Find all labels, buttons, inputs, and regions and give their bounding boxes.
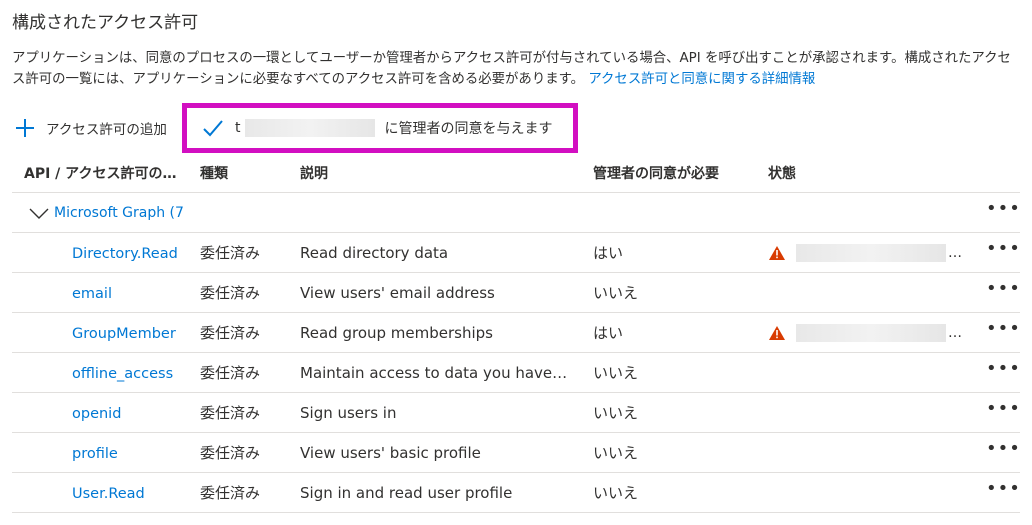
admin-consent-required: いいえ [593, 484, 639, 502]
redacted-status-text [796, 323, 946, 342]
table-header: API / アクセス許可の… 種類 説明 管理者の同意が必要 状態 [12, 153, 1020, 193]
more-icon[interactable]: ••• [986, 320, 1020, 342]
chevron-down-icon[interactable] [28, 206, 50, 220]
permission-link[interactable]: openid [72, 406, 121, 422]
warning-icon [769, 325, 785, 340]
permission-name-cell: GroupMember [12, 324, 200, 342]
permission-description: Read directory data [300, 243, 449, 262]
permission-link[interactable]: GroupMember [72, 326, 176, 342]
permission-link[interactable]: email [72, 286, 112, 302]
permissions-table: API / アクセス許可の… 種類 説明 管理者の同意が必要 状態 Micros… [12, 153, 1020, 513]
toolbar: アクセス許可の追加 t に管理者の同意を与えます [14, 103, 578, 153]
admin-consent-required: いいえ [593, 364, 639, 382]
permission-name-cell: openid [12, 404, 200, 422]
page-title: 構成されたアクセス許可 [12, 13, 199, 33]
more-icon[interactable]: ••• [986, 400, 1020, 422]
permission-description: View users' email address [300, 283, 495, 302]
permission-name-cell: User.Read [12, 484, 200, 502]
permission-description: Maintain access to data you have… [300, 363, 568, 382]
permission-type: 委任済み [200, 284, 261, 302]
admin-consent-required: いいえ [593, 444, 639, 462]
page-description: アプリケーションは、同意のプロセスの一環としてユーザーか管理者からアクセス許可が… [12, 48, 1012, 90]
permission-link[interactable]: offline_access [72, 366, 173, 382]
learn-more-link[interactable]: アクセス許可と同意に関する詳細情報 [588, 72, 815, 87]
permission-name-cell: email [12, 284, 200, 302]
tenant-initial: t [235, 120, 241, 136]
permission-description: Sign users in [300, 403, 397, 422]
permission-name-cell: profile [12, 444, 200, 462]
permission-status: … [768, 243, 974, 262]
more-icon[interactable]: ••• [986, 360, 1020, 382]
description-text: アプリケーションは、同意のプロセスの一環としてユーザーか管理者からアクセス許可が… [12, 51, 1011, 87]
table-row[interactable]: email 委任済み View users' email address いいえ… [12, 273, 1020, 313]
permission-description: Sign in and read user profile [300, 483, 513, 502]
more-icon[interactable]: ••• [986, 240, 1020, 262]
add-permission-label: アクセス許可の追加 [46, 122, 167, 138]
status-ellipsis: … [948, 324, 962, 341]
header-description[interactable]: 説明 [300, 163, 593, 183]
permission-link[interactable]: Directory.Read [72, 246, 178, 262]
permission-name-cell: Directory.Read [12, 244, 200, 262]
group-row-microsoft-graph[interactable]: Microsoft Graph (7 ••• [12, 193, 1020, 233]
table-row[interactable]: offline_access 委任済み Maintain access to d… [12, 353, 1020, 393]
header-api[interactable]: API / アクセス許可の… [12, 163, 200, 183]
permission-type: 委任済み [200, 444, 261, 462]
permission-type: 委任済み [200, 484, 261, 502]
admin-consent-required: いいえ [593, 404, 639, 422]
permission-link[interactable]: profile [72, 446, 118, 462]
status-ellipsis: … [948, 244, 962, 261]
warning-icon [769, 245, 785, 260]
permission-type: 委任済み [200, 244, 261, 262]
permission-rows: Directory.Read 委任済み Read directory data … [12, 233, 1020, 513]
add-permission-button[interactable]: アクセス許可の追加 [14, 117, 167, 139]
configured-permissions-page: 構成されたアクセス許可 アプリケーションは、同意のプロセスの一環としてユーザーか… [0, 0, 1032, 525]
table-row[interactable]: GroupMember 委任済み Read group memberships … [12, 313, 1020, 353]
more-icon[interactable]: ••• [986, 200, 1020, 222]
permission-description: Read group memberships [300, 323, 493, 342]
more-icon[interactable]: ••• [986, 440, 1020, 462]
more-icon[interactable]: ••• [986, 480, 1020, 502]
permission-name-cell: offline_access [12, 364, 200, 382]
more-icon[interactable]: ••• [986, 280, 1020, 302]
table-row[interactable]: User.Read 委任済み Sign in and read user pro… [12, 473, 1020, 513]
check-icon [203, 120, 223, 137]
group-link[interactable]: Microsoft Graph (7 [54, 205, 184, 221]
permission-type: 委任済み [200, 324, 261, 342]
permission-link[interactable]: User.Read [72, 486, 145, 502]
plus-icon [14, 117, 36, 139]
header-admin-consent[interactable]: 管理者の同意が必要 [593, 163, 768, 183]
permission-status: … [768, 323, 974, 342]
redacted-status-text [796, 243, 946, 262]
table-row[interactable]: profile 委任済み View users' basic profile い… [12, 433, 1020, 473]
grant-admin-consent-button[interactable]: t に管理者の同意を与えます [182, 103, 578, 153]
redacted-tenant-name [244, 119, 375, 137]
admin-consent-required: はい [593, 244, 624, 262]
permission-description: View users' basic profile [300, 443, 481, 462]
header-status[interactable]: 状態 [768, 163, 974, 183]
admin-consent-required: いいえ [593, 284, 639, 302]
admin-consent-required: はい [593, 324, 624, 342]
permission-type: 委任済み [200, 364, 261, 382]
permission-type: 委任済み [200, 404, 261, 422]
group-label[interactable]: Microsoft Graph (7 [12, 205, 212, 221]
table-row[interactable]: openid 委任済み Sign users in いいえ ••• [12, 393, 1020, 433]
grant-consent-label: に管理者の同意を与えます [384, 121, 553, 137]
table-row[interactable]: Directory.Read 委任済み Read directory data … [12, 233, 1020, 273]
header-type[interactable]: 種類 [200, 163, 300, 183]
